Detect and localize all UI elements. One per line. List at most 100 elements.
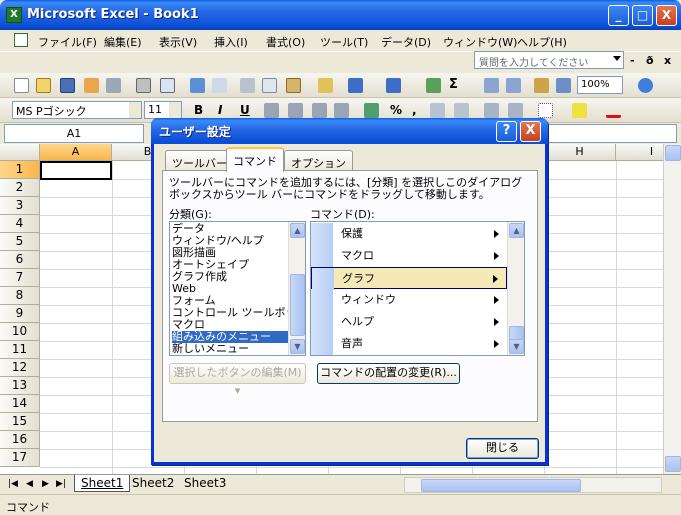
chart-wizard-icon[interactable] [534, 78, 549, 93]
undo-icon[interactable] [348, 78, 363, 93]
font-color-icon[interactable] [606, 103, 621, 118]
redo-icon[interactable] [386, 78, 401, 93]
increase-indent-icon[interactable] [508, 103, 523, 118]
row-header-14[interactable]: 14 [0, 395, 40, 413]
command-item-help[interactable]: ヘルプ [311, 311, 507, 333]
row-header-10[interactable]: 10 [0, 323, 40, 341]
list-item[interactable]: 新しいメニュー [172, 343, 249, 355]
column-header-h[interactable]: H [544, 144, 616, 161]
row-header-11[interactable]: 11 [0, 341, 40, 359]
horizontal-scrollbar[interactable] [404, 477, 662, 493]
scroll-down-icon[interactable]: ▼ [509, 339, 524, 354]
dialog-close-x-button[interactable]: X [520, 121, 541, 142]
categories-scroll-thumb[interactable] [290, 274, 305, 336]
save-icon[interactable] [60, 78, 75, 93]
align-left-icon[interactable] [264, 103, 279, 118]
italic-button[interactable]: I [218, 103, 222, 117]
menu-edit[interactable]: 編集(E) [104, 34, 142, 50]
menu-tools[interactable]: ツール(T) [320, 34, 368, 50]
paste-icon[interactable] [286, 78, 301, 93]
prev-sheet-icon[interactable]: ◀ [26, 479, 33, 489]
borders-icon[interactable] [538, 103, 553, 118]
chevron-down-icon[interactable] [129, 102, 141, 118]
active-cell-a1[interactable] [40, 161, 112, 180]
font-name-select[interactable]: MS Pゴシック [12, 101, 142, 119]
maximize-button[interactable]: □ [632, 5, 653, 26]
menu-data[interactable]: データ(D) [381, 34, 431, 50]
currency-icon[interactable] [364, 103, 379, 118]
comma-button[interactable]: , [412, 103, 417, 117]
row-header-9[interactable]: 9 [0, 305, 40, 323]
menu-file[interactable]: ファイル(F) [38, 34, 97, 50]
commands-scroll-thumb[interactable] [509, 326, 524, 340]
menu-window[interactable]: ウィンドウ(W) [443, 34, 517, 50]
command-item-macro[interactable]: マクロ [311, 245, 507, 267]
scroll-up-icon[interactable]: ▲ [290, 223, 305, 238]
row-header-2[interactable]: 2 [0, 179, 40, 197]
command-item-protect[interactable]: 保護 [311, 223, 507, 245]
command-item-window[interactable]: ウィンドウ [311, 289, 507, 311]
autosum-icon[interactable]: Σ [449, 78, 464, 93]
sort-descending-icon[interactable] [506, 78, 521, 93]
align-center-icon[interactable] [288, 103, 303, 118]
permission-icon[interactable] [84, 78, 99, 93]
font-size-select[interactable]: 11 [144, 101, 182, 119]
row-header-4[interactable]: 4 [0, 215, 40, 233]
close-button[interactable]: X [656, 5, 677, 26]
row-header-8[interactable]: 8 [0, 287, 40, 305]
commands-scrollbar[interactable]: ▲ ▼ [507, 222, 524, 355]
print-preview-icon[interactable] [160, 78, 175, 93]
menu-format[interactable]: 書式(O) [266, 34, 305, 50]
drawing-icon[interactable] [556, 78, 571, 93]
row-header-15[interactable]: 15 [0, 413, 40, 431]
row-header-5[interactable]: 5 [0, 233, 40, 251]
sheet-tab-sheet2[interactable]: Sheet2 [126, 475, 180, 492]
format-painter-icon[interactable] [318, 78, 333, 93]
align-right-icon[interactable] [312, 103, 327, 118]
row-header-17[interactable]: 17 [0, 449, 40, 467]
next-sheet-icon[interactable]: ▶ [42, 479, 49, 489]
dialog-title-bar[interactable]: ユーザー設定 [151, 118, 548, 144]
scroll-up-icon[interactable]: ▲ [509, 223, 524, 238]
modify-selection-button[interactable]: 選択したボタンの編集(M) ▾ [169, 363, 306, 397]
increase-decimal-icon[interactable] [430, 103, 445, 118]
command-item-speech[interactable]: 音声 [311, 333, 507, 355]
help-icon[interactable] [638, 78, 653, 93]
decrease-indent-icon[interactable] [484, 103, 499, 118]
sheet-tab-sheet1[interactable]: Sheet1 [74, 475, 131, 492]
menu-help[interactable]: ヘルプ(H) [517, 34, 567, 50]
horizontal-scroll-thumb[interactable] [421, 479, 581, 492]
workbook-restore-button[interactable]: ð [646, 54, 654, 67]
select-all-corner[interactable] [0, 144, 40, 161]
merge-center-icon[interactable] [334, 103, 349, 118]
rearrange-commands-button[interactable]: コマンドの配置の変更(R)... [317, 363, 460, 384]
minimize-button[interactable]: _ [608, 5, 629, 26]
workbook-icon[interactable] [14, 33, 28, 47]
underline-button[interactable]: U [240, 103, 250, 117]
categories-scrollbar[interactable]: ▲ ▼ [288, 222, 305, 355]
bold-button[interactable]: B [194, 103, 203, 117]
hyperlink-icon[interactable] [426, 78, 441, 93]
row-header-12[interactable]: 12 [0, 359, 40, 377]
excel-app-icon[interactable]: X [6, 7, 22, 23]
spelling-icon[interactable] [190, 78, 205, 93]
row-header-1[interactable]: 1 [0, 161, 40, 179]
tab-commands[interactable]: コマンド [226, 147, 284, 172]
chevron-down-icon[interactable] [613, 56, 621, 61]
row-header-6[interactable]: 6 [0, 251, 40, 269]
last-sheet-icon[interactable]: ▶| [56, 479, 66, 489]
workbook-close-button[interactable]: x [664, 54, 671, 67]
row-header-7[interactable]: 7 [0, 269, 40, 287]
tab-toolbars[interactable]: ツールバー [165, 150, 234, 171]
cut-icon[interactable] [240, 78, 255, 93]
categories-listbox[interactable]: データ ウィンドウ/ヘルプ 図形描画 オートシェイプ グラフ作成 Web フォー… [169, 221, 306, 356]
vertical-scrollbar[interactable] [663, 144, 681, 474]
row-header-13[interactable]: 13 [0, 377, 40, 395]
chevron-down-icon[interactable] [169, 102, 181, 118]
tab-options[interactable]: オプション [284, 150, 353, 171]
research-icon[interactable] [212, 78, 227, 93]
row-header-3[interactable]: 3 [0, 197, 40, 215]
zoom-select[interactable]: 100% [577, 76, 623, 94]
workbook-minimize-button[interactable]: - [630, 54, 635, 67]
column-header-a[interactable]: A [40, 144, 112, 161]
